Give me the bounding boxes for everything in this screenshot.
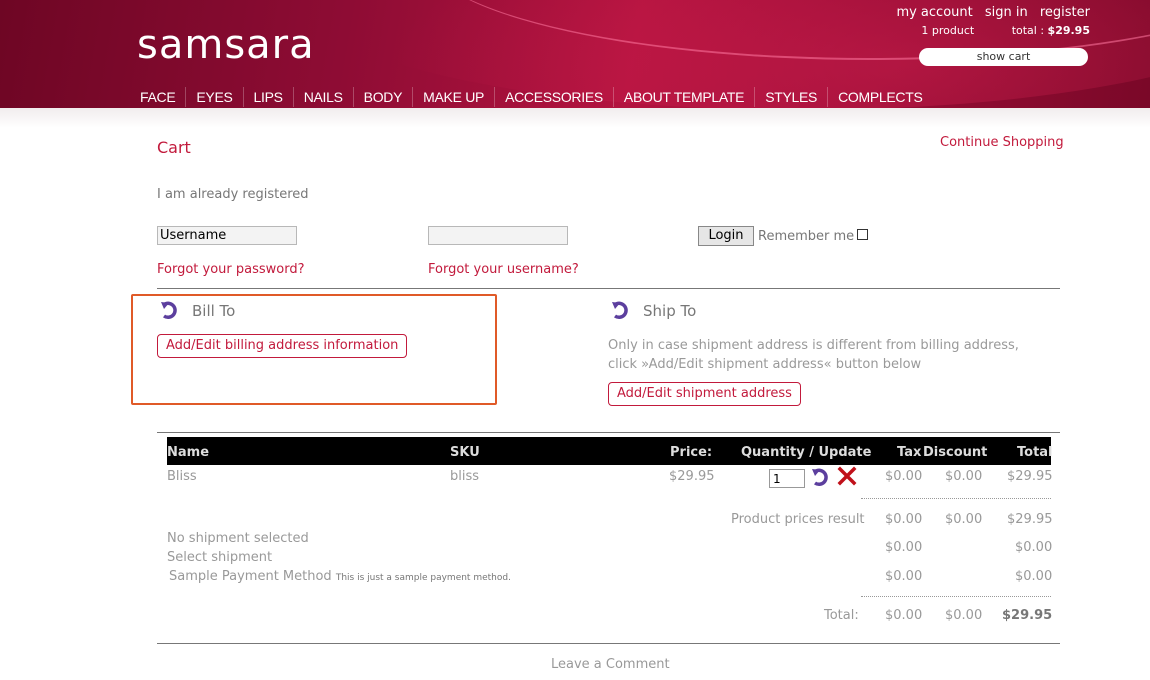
cart-count: 1 product: [921, 24, 975, 37]
leave-comment-link[interactable]: Leave a Comment: [551, 657, 670, 672]
delete-item-icon[interactable]: [837, 466, 857, 486]
row-total: $29.95: [1007, 469, 1053, 484]
sign-in-link[interactable]: sign in: [985, 5, 1028, 20]
nav-make-up[interactable]: MAKE UP: [413, 87, 496, 107]
col-total: Total: [1017, 445, 1053, 460]
product-result-tax: $0.00: [885, 512, 923, 527]
col-tax: Tax: [897, 445, 922, 460]
divider: [157, 432, 1060, 433]
continue-shopping-link[interactable]: Continue Shopping: [940, 135, 1064, 150]
nav-accessories[interactable]: ACCESSORIES: [495, 87, 614, 107]
header-shadow: [0, 108, 1150, 128]
nav-eyes[interactable]: EYES: [186, 87, 244, 107]
divider: [157, 288, 1060, 289]
grand-total-value: $29.95: [1002, 608, 1053, 623]
payment-method-name: Sample Payment Method: [169, 569, 332, 584]
cart-total-label: total :: [1011, 24, 1045, 37]
quantity-input[interactable]: [769, 469, 805, 488]
row-price: $29.95: [669, 469, 715, 484]
grand-total-discount: $0.00: [945, 608, 983, 623]
page-title: Cart: [157, 138, 191, 157]
registered-label: I am already registered: [157, 187, 309, 202]
ship-to-note: Only in case shipment address is differe…: [608, 338, 1019, 372]
nav-body[interactable]: BODY: [354, 87, 414, 107]
cart-total-value: $29.95: [1047, 24, 1090, 37]
product-result-total: $29.95: [1007, 512, 1053, 527]
show-cart-button[interactable]: show cart: [919, 48, 1088, 66]
product-result-discount: $0.00: [945, 512, 983, 527]
dotted-divider: [861, 596, 1051, 597]
ship-to-icon: [612, 301, 628, 320]
payment-method-label: Sample Payment Method This is just a sam…: [169, 569, 511, 584]
password-input[interactable]: [428, 226, 568, 245]
shipment-tax: $0.00: [885, 540, 923, 555]
col-quantity-update: Quantity / Update: [741, 445, 872, 460]
row-discount: $0.00: [945, 469, 983, 484]
my-account-link[interactable]: my account: [896, 5, 972, 20]
grand-total-label: Total:: [824, 608, 859, 623]
col-sku: SKU: [450, 445, 480, 460]
payment-method-note: This is just a sample payment method.: [335, 573, 511, 583]
product-prices-result-label: Product prices result: [731, 512, 865, 527]
register-link[interactable]: register: [1040, 5, 1090, 20]
site-header: samsara my account sign in register 1 pr…: [0, 0, 1150, 108]
nav-complects[interactable]: COMPLECTS: [828, 87, 932, 107]
shipment-total: $0.00: [1015, 540, 1053, 555]
row-sku: bliss: [450, 469, 480, 484]
site-logo[interactable]: samsara: [137, 22, 315, 68]
bill-to-title: Bill To: [192, 302, 236, 320]
update-quantity-icon[interactable]: [810, 467, 830, 487]
col-discount: Discount: [923, 445, 988, 460]
bill-to-icon: [161, 301, 177, 320]
ship-to-title: Ship To: [643, 302, 697, 320]
grand-total-tax: $0.00: [885, 608, 923, 623]
nav-styles[interactable]: STYLES: [755, 87, 829, 107]
account-links: my account sign in register: [888, 5, 1090, 20]
select-shipment-link[interactable]: Select shipment: [167, 550, 272, 565]
edit-billing-address-button[interactable]: Add/Edit billing address information: [157, 334, 408, 358]
dotted-divider: [861, 498, 1051, 499]
payment-total: $0.00: [1015, 569, 1053, 584]
edit-shipment-address-button[interactable]: Add/Edit shipment address: [608, 382, 801, 406]
forgot-password-link[interactable]: Forgot your password?: [157, 262, 305, 277]
remember-me-label: Remember me: [758, 229, 855, 244]
row-name[interactable]: Bliss: [167, 469, 197, 484]
no-shipment-label: No shipment selected: [167, 531, 309, 546]
divider: [157, 643, 1060, 644]
forgot-username-link[interactable]: Forgot your username?: [428, 262, 579, 277]
nav-lips[interactable]: LIPS: [244, 87, 294, 107]
login-button[interactable]: Login: [698, 226, 754, 246]
remember-me-checkbox[interactable]: [857, 229, 868, 240]
col-price: Price:: [670, 445, 713, 460]
payment-tax: $0.00: [885, 569, 923, 584]
nav-face[interactable]: FACE: [130, 87, 187, 107]
nav-nails[interactable]: NAILS: [294, 87, 354, 107]
username-input[interactable]: [157, 226, 297, 245]
main-nav: FACE EYES LIPS NAILS BODY MAKE UP ACCESS…: [130, 87, 933, 107]
mini-cart-info: 1 product total : $29.95: [921, 24, 1090, 37]
nav-about-template[interactable]: ABOUT TEMPLATE: [614, 87, 756, 107]
col-name: Name: [167, 445, 210, 460]
row-tax: $0.00: [885, 469, 923, 484]
